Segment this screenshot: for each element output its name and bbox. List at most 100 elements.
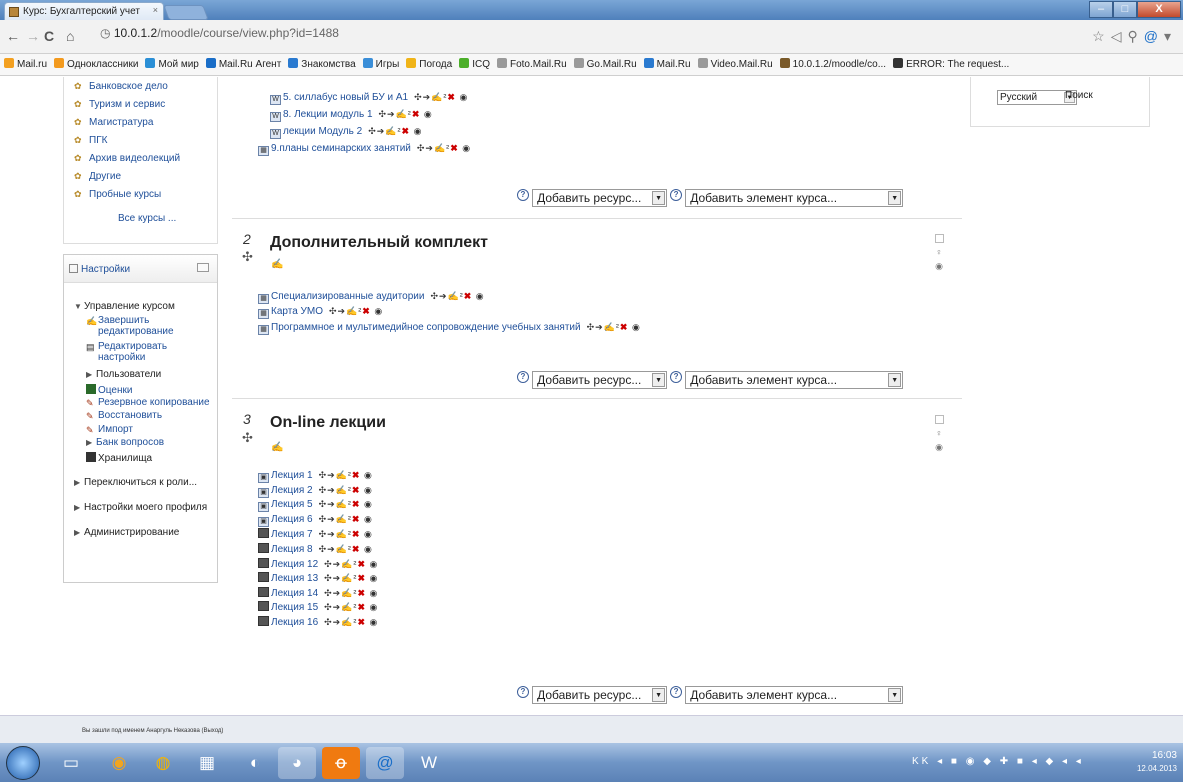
delete-icon[interactable]: ✖ [352, 544, 361, 554]
delete-icon[interactable]: ✖ [357, 602, 366, 612]
resource-link[interactable]: ▦ 9.планы семинарских занятий ✣➔✍²✖ ◉ [258, 143, 471, 156]
course-category-item[interactable]: ✿ Архив видеолекций [74, 153, 217, 171]
settings-title[interactable]: Настройки [81, 264, 130, 275]
visibility-icon[interactable]: ◉ [935, 442, 943, 452]
resource-link[interactable]: ▦ Карта УМО ✣➔✍²✖ ◉ [258, 306, 383, 319]
search-icon[interactable]: ⚲ [1127, 28, 1143, 44]
help-icon[interactable]: ? [670, 371, 683, 383]
new-tab-button[interactable] [163, 5, 209, 20]
restore-link[interactable]: ✎ Восстановить [86, 410, 162, 421]
help-icon[interactable]: ? [517, 189, 529, 201]
delete-icon[interactable]: ✖ [357, 588, 366, 598]
calendar-icon[interactable]: ▦ [188, 747, 226, 779]
visibility-icon[interactable]: ◉ [364, 544, 373, 554]
resource-actions[interactable]: ✣➔✍²✖ ◉ [319, 485, 373, 496]
home-icon[interactable]: ⌂ [66, 28, 74, 44]
grades-link[interactable]: Оценки [86, 384, 132, 396]
course-category-item[interactable]: ✿ Туризм и сервис [74, 99, 217, 117]
delete-icon[interactable]: ✖ [464, 291, 473, 301]
question-bank-node[interactable]: ▶ Банк вопросов [86, 437, 164, 448]
lecture-link[interactable]: Лекция 16 ✣➔✍²✖ ◉ [258, 616, 378, 628]
resource-actions[interactable]: ✣➔✍²✖ ◉ [324, 617, 378, 628]
lecture-link[interactable]: Лекция 15 ✣➔✍²✖ ◉ [258, 601, 378, 613]
move-section-icon[interactable]: ✣ [242, 249, 253, 265]
chrome-icon[interactable]: ◕ [278, 747, 316, 779]
bookmark-item[interactable]: ERROR: The request... [893, 58, 1009, 70]
bookmark-item[interactable]: Video.Mail.Ru [697, 58, 773, 70]
resource-actions[interactable]: ✣➔✍²✖ ◉ [587, 322, 641, 333]
site-admin-node[interactable]: ▶ Администрирование [74, 527, 179, 538]
bookmark-item[interactable]: Одноклассники [54, 58, 138, 70]
course-admin-node[interactable]: ▼ Управление курсом [74, 301, 175, 312]
move-section-icon[interactable]: ✣ [242, 430, 253, 446]
bookmark-item[interactable]: Мой мир [145, 58, 199, 70]
delete-icon[interactable]: ✖ [412, 109, 421, 119]
visibility-icon[interactable]: ◉ [414, 126, 423, 136]
resource-actions[interactable]: ✣➔✍²✖ ◉ [329, 306, 383, 317]
resource-link[interactable]: ▦ Программное и мультимедийное сопровожде… [258, 322, 641, 335]
bookmark-item[interactable]: Go.Mail.Ru [573, 58, 637, 70]
resource-actions[interactable]: ✣➔✍²✖ ◉ [417, 143, 471, 154]
resource-actions[interactable]: ✣➔✍²✖ ◉ [379, 109, 433, 120]
resource-actions[interactable]: ✣➔✍²✖ ◉ [319, 470, 373, 481]
delete-icon[interactable]: ✖ [352, 470, 361, 480]
back-icon[interactable]: ← [6, 28, 20, 44]
lecture-link[interactable]: ▣ Лекция 5 ✣➔✍²✖ ◉ [258, 499, 373, 513]
help-icon[interactable]: ? [670, 189, 683, 201]
course-category-item[interactable]: ✿ Пробные курсы [74, 189, 217, 207]
lecture-link[interactable]: Лекция 8 ✣➔✍²✖ ◉ [258, 543, 373, 555]
backup-link[interactable]: ✎ Резервное копирование [86, 397, 210, 408]
visibility-icon[interactable]: ◉ [370, 559, 379, 569]
resource-actions[interactable]: ✣➔✍²✖ ◉ [368, 126, 422, 137]
highlight-checkbox[interactable] [934, 234, 944, 243]
resource-actions[interactable]: ✣➔✍²✖ ◉ [319, 544, 373, 555]
delete-icon[interactable]: ✖ [447, 92, 456, 102]
resource-actions[interactable]: ✣➔✍²✖ ◉ [319, 499, 373, 510]
delete-icon[interactable]: ✖ [352, 529, 361, 539]
visibility-icon[interactable]: ◉ [632, 322, 641, 332]
explorer-icon[interactable]: ▭ [52, 747, 90, 779]
add-activity-select[interactable]: Добавить элемент курса... ▼ [685, 686, 904, 704]
highlight-checkbox[interactable] [934, 415, 944, 424]
delete-icon[interactable]: ✖ [352, 485, 361, 495]
bookmark-item[interactable]: Foto.Mail.Ru [496, 58, 567, 70]
reload-icon[interactable]: C [44, 28, 54, 44]
visibility-icon[interactable]: ◉ [364, 529, 373, 539]
switch-role-node[interactable]: ▶ Переключиться к роли... [74, 477, 197, 488]
visibility-icon[interactable]: ◉ [364, 485, 373, 495]
visibility-icon[interactable]: ◉ [476, 291, 485, 301]
my-profile-settings-node[interactable]: ▶ Настройки моего профиля [74, 502, 207, 513]
bookmark-item[interactable]: Знакомства [288, 58, 356, 70]
mail-agent-icon[interactable]: @ [366, 747, 404, 779]
visibility-icon[interactable]: ◉ [424, 109, 433, 119]
course-category-item[interactable]: ✿ Магистратура [74, 117, 217, 135]
visibility-icon[interactable]: ◉ [364, 470, 373, 480]
address-bar[interactable]: ◷ 10.0.1.2/moodle/course/view.php?id=148… [100, 26, 339, 40]
course-category-item[interactable]: ✿ Банковское дело [74, 81, 217, 99]
resource-actions[interactable]: ✣➔✍²✖ ◉ [319, 529, 373, 540]
resource-link[interactable]: Wлекции Модуль 2 ✣➔✍²✖ ◉ [270, 126, 422, 139]
bookmark-star-icon[interactable]: ☆ [1092, 28, 1111, 44]
all-courses-link[interactable]: Все курсы ... [118, 213, 217, 224]
firefox-icon[interactable]: ◉ [100, 747, 138, 779]
users-node[interactable]: ▶ Пользователи [86, 369, 161, 380]
light-bulb-icon[interactable]: ♀ [936, 428, 943, 438]
add-resource-select[interactable]: Добавить ресурс... ▼ [532, 189, 668, 207]
add-resource-select[interactable]: Добавить ресурс... ▼ [532, 371, 668, 389]
bookmark-item[interactable]: Mail.Ru [643, 58, 691, 70]
add-activity-select[interactable]: Добавить элемент курса... ▼ [685, 371, 904, 389]
delete-icon[interactable]: ✖ [402, 126, 411, 136]
visibility-icon[interactable]: ◉ [374, 306, 383, 316]
minimize-button[interactable]: – [1089, 1, 1113, 18]
login-info[interactable]: Вы зашли под именем Анаргуль Неказова (В… [82, 728, 223, 734]
dock-block-icon[interactable] [197, 263, 209, 272]
lecture-link[interactable]: Лекция 12 ✣➔✍²✖ ◉ [258, 557, 379, 570]
browser-tab[interactable]: Курс: Бухгалтерский учет × [4, 2, 164, 20]
media-icon[interactable]: ◐ [236, 747, 274, 779]
forward-icon[interactable]: → [26, 28, 40, 44]
lecture-link[interactable]: Лекция 13 ✣➔✍²✖ ◉ [258, 572, 378, 584]
mail-agent-icon[interactable]: @ [1144, 28, 1164, 44]
tab-close-icon[interactable]: × [153, 5, 158, 15]
resource-actions[interactable]: ✣➔✍²✖ ◉ [324, 602, 378, 613]
delete-icon[interactable]: ✖ [357, 559, 366, 569]
